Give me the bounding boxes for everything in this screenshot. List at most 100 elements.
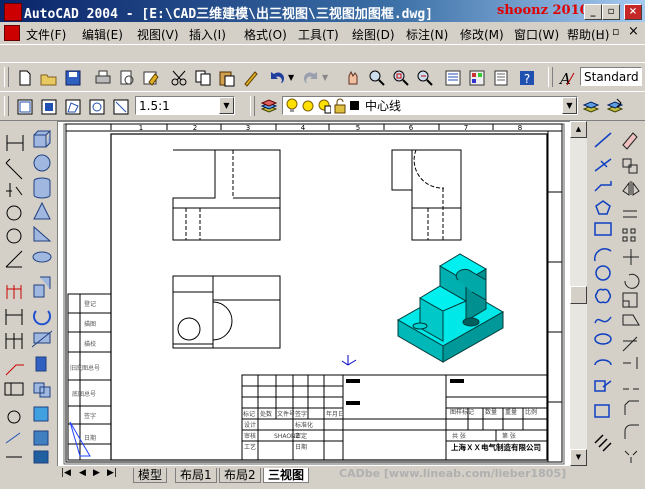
- chevron-down-icon[interactable]: ▼: [562, 97, 577, 114]
- stretch-icon[interactable]: [622, 314, 640, 326]
- polygon-icon[interactable]: [595, 200, 611, 215]
- dimension-ordinate-icon[interactable]: [6, 183, 23, 197]
- menu-format[interactable]: 格式(O): [244, 26, 287, 43]
- menu-window[interactable]: 窗口(W): [514, 26, 559, 43]
- dimension-diameter-icon[interactable]: [6, 228, 22, 244]
- undo-dropdown-icon[interactable]: ▼: [288, 73, 294, 82]
- viewport-scale-combo[interactable]: 1.5:1 ▼: [135, 96, 235, 115]
- dimension-aligned-icon[interactable]: [5, 158, 23, 180]
- layer-on-bulb-icon[interactable]: [285, 98, 299, 114]
- text-style-combo[interactable]: Standard: [580, 67, 642, 86]
- mirror-icon[interactable]: [622, 181, 640, 196]
- scroll-down-icon[interactable]: ▼: [570, 449, 587, 466]
- tool-palettes-icon[interactable]: [490, 67, 512, 89]
- tab-next-icon[interactable]: ▶: [93, 468, 100, 478]
- chamfer-icon[interactable]: [624, 400, 639, 415]
- redo-icon[interactable]: [300, 67, 322, 89]
- erase-icon[interactable]: [622, 132, 638, 150]
- revolve-icon[interactable]: [33, 310, 51, 326]
- tab-model[interactable]: 模型: [133, 468, 168, 483]
- designcenter-icon[interactable]: [466, 67, 488, 89]
- close-icon[interactable]: ×: [624, 4, 642, 20]
- dimension-continue-icon[interactable]: [5, 333, 23, 349]
- maximize-icon[interactable]: ▫: [602, 4, 620, 20]
- menu-file[interactable]: 文件(F): [26, 26, 66, 43]
- section-icon[interactable]: [35, 356, 47, 372]
- quick-dimension-icon[interactable]: [6, 285, 22, 299]
- cone-solid-icon[interactable]: [33, 201, 51, 220]
- layer-viewport-sun-icon[interactable]: [317, 98, 331, 114]
- extrude-icon[interactable]: [33, 276, 51, 298]
- single-viewport-icon[interactable]: [38, 96, 60, 118]
- trim-icon[interactable]: [622, 336, 638, 352]
- insert-block-icon[interactable]: [594, 380, 612, 392]
- dimension-linear-icon[interactable]: [6, 135, 24, 151]
- cut-icon[interactable]: [168, 67, 190, 89]
- menu-modify[interactable]: 修改(M): [460, 26, 504, 43]
- menu-draw[interactable]: 绘图(D): [352, 26, 395, 43]
- rectangle-icon[interactable]: [594, 222, 612, 236]
- layer-color-swatch[interactable]: [350, 101, 359, 110]
- spline-icon[interactable]: [594, 316, 612, 324]
- ellipse-icon[interactable]: [594, 333, 612, 345]
- menu-edit[interactable]: 编辑(E): [82, 26, 123, 43]
- make-object-layer-current-icon[interactable]: [580, 96, 602, 118]
- publish-icon[interactable]: [140, 67, 162, 89]
- tab-layout2[interactable]: 布局2: [219, 468, 261, 483]
- dimension-radius-icon[interactable]: [6, 205, 22, 221]
- quick-leader-icon[interactable]: [5, 364, 24, 376]
- layer-combo[interactable]: 中心线 ▼: [282, 96, 578, 115]
- arc-icon[interactable]: [594, 248, 612, 262]
- hatch-icon[interactable]: [594, 434, 612, 452]
- wedge-solid-icon[interactable]: [33, 225, 52, 242]
- setup-view-icon[interactable]: [33, 430, 49, 446]
- explode-icon[interactable]: [624, 450, 638, 463]
- layer-thaw-sun-icon[interactable]: [301, 99, 315, 113]
- minimize-icon[interactable]: _: [584, 4, 602, 20]
- zoom-window-icon[interactable]: [390, 67, 412, 89]
- vertical-scrollbar[interactable]: ▲ ▼: [570, 121, 587, 466]
- array-icon[interactable]: [622, 228, 636, 242]
- dimension-edit-icon[interactable]: [5, 432, 21, 444]
- doc-close-icon[interactable]: ×: [628, 24, 639, 39]
- match-properties-icon[interactable]: [240, 67, 262, 89]
- setup-profile-icon[interactable]: [33, 450, 49, 464]
- offset-icon[interactable]: [623, 210, 637, 218]
- menu-dimension[interactable]: 标注(N): [406, 26, 448, 43]
- convert-viewport-icon[interactable]: [86, 96, 108, 118]
- make-block-icon[interactable]: [594, 404, 610, 418]
- menu-view[interactable]: 视图(V): [137, 26, 179, 43]
- pan-realtime-icon[interactable]: [342, 67, 364, 89]
- open-icon[interactable]: [38, 67, 60, 89]
- construction-line-icon[interactable]: [594, 158, 612, 172]
- tab-first-icon[interactable]: |◀: [61, 468, 71, 478]
- extend-icon[interactable]: [623, 357, 638, 369]
- move-icon[interactable]: [623, 249, 639, 265]
- toolbar-grip[interactable]: [250, 96, 255, 116]
- redo-dropdown-icon[interactable]: ▼: [322, 73, 328, 82]
- paste-icon[interactable]: [216, 67, 238, 89]
- circle-icon[interactable]: [595, 265, 611, 281]
- document-icon[interactable]: [4, 25, 20, 41]
- new-icon[interactable]: [14, 67, 36, 89]
- setup-drawing-icon[interactable]: [33, 406, 49, 422]
- fillet-icon[interactable]: [624, 424, 639, 439]
- doc-minimize-icon[interactable]: _: [598, 26, 604, 39]
- toolbar-grip[interactable]: [548, 67, 553, 87]
- print-preview-icon[interactable]: [116, 67, 138, 89]
- center-mark-icon[interactable]: [7, 410, 21, 424]
- polygonal-viewport-icon[interactable]: [62, 96, 84, 118]
- tab-three-views[interactable]: 三视图: [263, 468, 310, 483]
- box-solid-icon[interactable]: [33, 130, 52, 148]
- layer-previous-icon[interactable]: [604, 96, 626, 118]
- viewport-dialog-icon[interactable]: [14, 96, 36, 118]
- zoom-previous-icon[interactable]: [414, 67, 436, 89]
- interfere-icon[interactable]: [33, 382, 51, 398]
- help-icon[interactable]: ?: [516, 67, 538, 89]
- clip-viewport-icon[interactable]: [110, 96, 132, 118]
- text-style-icon[interactable]: A: [556, 67, 578, 89]
- copy-object-icon[interactable]: [622, 158, 638, 174]
- revision-cloud-icon[interactable]: [594, 288, 612, 304]
- menu-insert[interactable]: 插入(I): [189, 26, 226, 43]
- torus-solid-icon[interactable]: [32, 251, 52, 263]
